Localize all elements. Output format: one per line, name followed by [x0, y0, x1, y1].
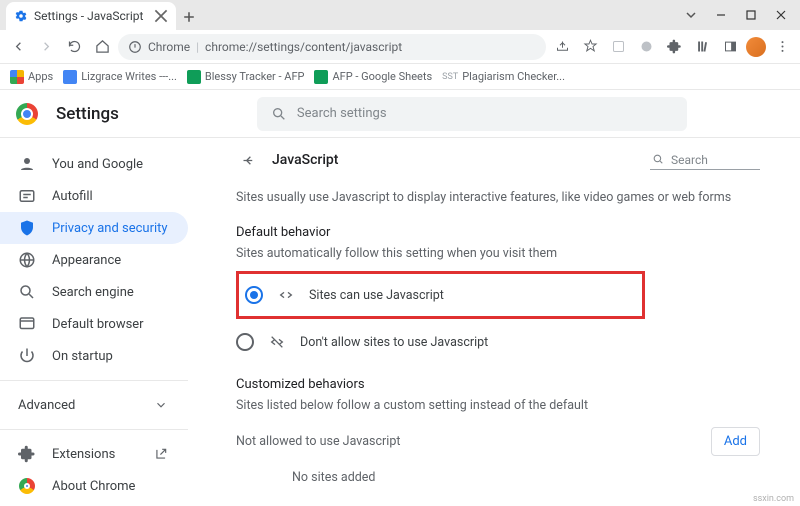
highlighted-region: Sites can use Javascript: [236, 271, 645, 319]
sidebar-divider: [0, 380, 188, 381]
bookmark-lizgrace[interactable]: Lizgrace Writes ---...: [63, 70, 177, 84]
code-off-icon: [269, 334, 285, 350]
extensions-icon[interactable]: [662, 35, 686, 59]
search-icon: [18, 283, 36, 301]
settings-header: Settings Search settings: [0, 90, 800, 138]
default-behavior-heading: Default behavior: [236, 225, 760, 240]
content-title: JavaScript: [272, 152, 338, 168]
chevron-down-icon: [152, 396, 170, 414]
reading-list-icon[interactable]: [690, 35, 714, 59]
sidebar-item-appearance[interactable]: Appearance: [0, 244, 188, 276]
content-description: Sites usually use Javascript to display …: [236, 190, 760, 205]
window-close-button[interactable]: [766, 0, 796, 30]
radio-selected-icon: [245, 286, 263, 304]
settings-content: JavaScript Search Sites usually use Java…: [206, 138, 800, 506]
content-back-button[interactable]: [236, 148, 260, 172]
sheets-icon: [187, 70, 201, 84]
power-icon: [18, 347, 36, 365]
sidebar-item-advanced[interactable]: Advanced: [0, 389, 188, 421]
radio-unselected-icon: [236, 333, 254, 351]
menu-button[interactable]: [770, 35, 794, 59]
sheets-icon: [314, 70, 328, 84]
ext1-icon[interactable]: [606, 35, 630, 59]
sidebar-item-default-browser[interactable]: Default browser: [0, 308, 188, 340]
radio-allow-javascript[interactable]: Sites can use Javascript: [245, 278, 636, 312]
sidebar-divider: [0, 429, 188, 430]
watermark: ssxin.com: [753, 494, 794, 504]
bookmark-blessy[interactable]: Blessy Tracker - AFP: [187, 70, 305, 84]
shield-icon: [18, 219, 36, 237]
tab-close-button[interactable]: [154, 9, 168, 23]
sidebar-item-on-startup[interactable]: On startup: [0, 340, 188, 372]
bookmarks-bar: Apps Lizgrace Writes ---... Blessy Track…: [0, 64, 800, 90]
settings-search-placeholder: Search settings: [297, 106, 387, 121]
browser-tab[interactable]: Settings - JavaScript: [6, 2, 176, 30]
sidebar-item-autofill[interactable]: Autofill: [0, 180, 188, 212]
globe-icon: [63, 70, 77, 84]
sidebar-item-you-and-google[interactable]: You and Google: [0, 148, 188, 180]
omnibox[interactable]: Chrome | chrome://settings/content/javas…: [118, 34, 546, 60]
person-icon: [18, 155, 36, 173]
apps-icon: [10, 70, 24, 84]
window-caret-icon[interactable]: [676, 0, 706, 30]
ext2-icon[interactable]: [634, 35, 658, 59]
settings-title: Settings: [56, 104, 119, 124]
bookmark-apps[interactable]: Apps: [10, 70, 53, 84]
profile-avatar[interactable]: [746, 37, 766, 57]
back-button[interactable]: [6, 35, 30, 59]
not-allowed-heading: Not allowed to use Javascript: [236, 434, 400, 449]
omnibox-url: chrome://settings/content/javascript: [205, 40, 402, 54]
forward-button[interactable]: [34, 35, 58, 59]
default-behavior-subtext: Sites automatically follow this setting …: [236, 246, 760, 261]
window-maximize-button[interactable]: [736, 0, 766, 30]
home-button[interactable]: [90, 35, 114, 59]
search-icon: [652, 153, 665, 166]
sidebar-item-search-engine[interactable]: Search engine: [0, 276, 188, 308]
radio-block-javascript[interactable]: Don't allow sites to use Javascript: [236, 325, 760, 359]
reload-button[interactable]: [62, 35, 86, 59]
site-info-icon: [128, 40, 142, 54]
customized-behaviors-heading: Customized behaviors: [236, 377, 760, 392]
appearance-icon: [18, 251, 36, 269]
browser-toolbar: Chrome | chrome://settings/content/javas…: [0, 30, 800, 64]
settings-search-box[interactable]: Search settings: [257, 97, 687, 131]
omnibox-prefix: Chrome: [148, 40, 190, 54]
gear-icon: [14, 9, 28, 23]
browser-icon: [18, 315, 36, 333]
add-not-allowed-button[interactable]: Add: [711, 427, 760, 456]
new-tab-button[interactable]: [176, 4, 202, 30]
chrome-icon: [18, 477, 36, 495]
autofill-icon: [18, 187, 36, 205]
not-allowed-empty: No sites added: [236, 462, 760, 493]
sidebar-item-extensions[interactable]: Extensions: [0, 438, 188, 470]
window-minimize-button[interactable]: [706, 0, 736, 30]
customized-behaviors-subtext: Sites listed below follow a custom setti…: [236, 398, 760, 413]
open-in-new-icon: [152, 445, 170, 463]
share-button[interactable]: [550, 35, 574, 59]
bookmark-button[interactable]: [578, 35, 602, 59]
sst-icon: SST: [442, 72, 458, 82]
sidebar-item-about-chrome[interactable]: About Chrome: [0, 470, 188, 502]
bookmark-plagiarism[interactable]: SSTPlagiarism Checker...: [442, 70, 565, 83]
bookmark-google-sheets[interactable]: AFP - Google Sheets: [314, 70, 432, 84]
tab-title: Settings - JavaScript: [34, 9, 143, 23]
side-panel-icon[interactable]: [718, 35, 742, 59]
chrome-logo-icon: [16, 103, 38, 125]
code-icon: [278, 287, 294, 303]
settings-sidebar: You and Google Autofill Privacy and secu…: [0, 138, 206, 506]
search-icon: [271, 106, 287, 122]
extensions-icon: [18, 445, 36, 463]
content-search-input[interactable]: Search: [650, 151, 760, 170]
sidebar-item-privacy-security[interactable]: Privacy and security: [0, 212, 188, 244]
